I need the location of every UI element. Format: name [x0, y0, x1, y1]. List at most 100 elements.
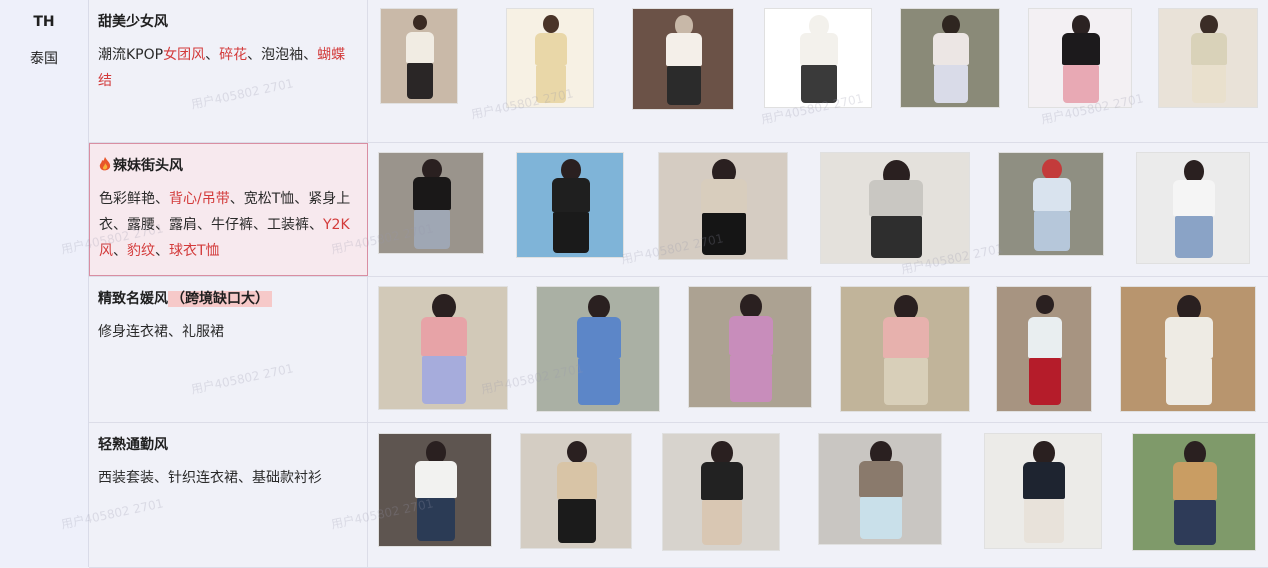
garment-bottom: [1165, 357, 1213, 406]
keyword-highlight: 女团风: [163, 47, 206, 63]
outfit-photo[interactable]: [840, 286, 970, 412]
style-label-cell: 辣妹街头风 色彩鲜艳、背心/吊带、宽松T恤、紧身上衣、露腰、露肩、牛仔裤、工装裤、…: [89, 143, 368, 276]
garment-top: [665, 33, 703, 67]
garment-top: [1172, 462, 1218, 501]
garment-top: [405, 32, 435, 63]
outfit-photo[interactable]: [984, 433, 1102, 549]
outfit-photo[interactable]: [1120, 286, 1256, 412]
garment-top: [1191, 33, 1227, 65]
country-code: TH: [33, 14, 55, 30]
style-title-text: 精致名媛风: [98, 291, 168, 307]
garment-bottom: [1174, 215, 1214, 259]
style-keywords: 修身连衣裙、礼服裙: [98, 319, 359, 345]
garment-bottom: [1063, 65, 1099, 103]
gap-tag: （跨境缺口大）: [168, 291, 272, 307]
style-row: 精致名媛风 （跨境缺口大） 修身连衣裙、礼服裙: [89, 277, 1268, 423]
model-head: [674, 15, 694, 36]
garment-top: [1027, 317, 1063, 358]
keyword-text: 西装套装、针织连衣裙、基础款衬衫: [98, 470, 322, 486]
garment-bottom: [577, 357, 621, 406]
garment-top: [882, 317, 930, 358]
outfit-photo[interactable]: [516, 152, 624, 258]
outfit-photo[interactable]: [378, 433, 492, 547]
garment-top: [1022, 461, 1066, 499]
garment-bottom: [934, 65, 968, 103]
outfit-photo[interactable]: [764, 8, 872, 108]
photo-strip: [368, 0, 1268, 142]
outfit-photo[interactable]: [996, 286, 1092, 412]
keyword-text: 、: [155, 243, 169, 259]
model-head: [1036, 294, 1054, 314]
outfit-photo[interactable]: [536, 286, 660, 412]
outfit-photo[interactable]: [632, 8, 734, 110]
outfit-photo[interactable]: [1158, 8, 1258, 108]
style-title-text: 轻熟通勤风: [98, 437, 168, 453]
garment-top: [556, 461, 598, 499]
style-label-cell: 轻熟通勤风西装套装、针织连衣裙、基础款衬衫: [89, 423, 368, 567]
garment-top: [576, 317, 622, 358]
model-head: [711, 441, 733, 465]
garment-top: [700, 178, 748, 214]
style-keywords: 潮流KPOP女团风、碎花、泡泡袖、蝴蝶结: [98, 42, 359, 94]
garment-bottom: [1033, 211, 1070, 251]
garment-bottom: [552, 212, 590, 253]
style-label-cell: 精致名媛风 （跨境缺口大） 修身连衣裙、礼服裙: [89, 277, 368, 422]
garment-bottom: [859, 496, 903, 540]
outfit-photo[interactable]: [998, 152, 1104, 256]
garment-top: [551, 178, 591, 213]
photo-strip: [368, 277, 1268, 422]
outfit-photo[interactable]: [506, 8, 594, 108]
outfit-photo[interactable]: [380, 8, 458, 104]
style-title: 辣妹街头风: [99, 154, 359, 178]
style-label-cell: 甜美少女风潮流KPOP女团风、碎花、泡泡袖、蝴蝶结: [89, 0, 368, 142]
style-keywords: 西装套装、针织连衣裙、基础款衬衫: [98, 465, 359, 491]
garment-bottom: [1023, 498, 1065, 544]
garment-bottom: [883, 357, 929, 406]
outfit-photo[interactable]: [662, 433, 780, 551]
garment-bottom: [421, 356, 467, 404]
style-row: 轻熟通勤风西装套装、针织连衣裙、基础款衬衫: [89, 423, 1268, 568]
outfit-photo[interactable]: [378, 286, 508, 410]
garment-bottom: [413, 210, 450, 249]
keyword-text: 潮流KPOP: [98, 47, 164, 63]
outfit-photo[interactable]: [658, 152, 788, 260]
photo-strip: [368, 423, 1268, 567]
garment-bottom: [1028, 357, 1062, 406]
model-head: [543, 15, 559, 33]
garment-bottom: [1192, 65, 1226, 103]
garment-top: [1173, 179, 1215, 216]
outfit-photo[interactable]: [900, 8, 1000, 108]
style-row: 甜美少女风潮流KPOP女团风、碎花、泡泡袖、蝴蝶结: [89, 0, 1268, 143]
style-title-text: 甜美少女风: [98, 14, 168, 30]
style-keywords: 色彩鲜艳、背心/吊带、宽松T恤、紧身上衣、露腰、露肩、牛仔裤、工装裤、Y2K风、…: [99, 186, 359, 264]
keyword-highlight: 豹纹: [127, 243, 155, 259]
outfit-photo[interactable]: [1132, 433, 1256, 551]
garment-bottom: [1173, 500, 1217, 545]
model-head: [587, 294, 611, 320]
garment-top: [420, 316, 468, 357]
outfit-photo[interactable]: [820, 152, 970, 264]
country-column: TH 泰国: [0, 0, 89, 567]
garment-bottom: [666, 66, 702, 105]
style-title: 轻熟通勤风: [98, 433, 359, 457]
model-head: [942, 15, 960, 35]
outfit-photo[interactable]: [818, 433, 942, 545]
outfit-photo[interactable]: [1136, 152, 1250, 264]
garment-top: [700, 462, 744, 501]
garment-bottom: [536, 65, 566, 103]
garment-top: [799, 33, 839, 65]
garment-top: [933, 33, 969, 65]
outfit-photo[interactable]: [520, 433, 632, 549]
keyword-highlight: 碎花: [219, 47, 248, 63]
garment-bottom: [701, 213, 747, 255]
model-head: [425, 440, 447, 464]
garment-top: [1164, 317, 1214, 358]
model-head: [566, 440, 588, 464]
keyword-text: 、: [113, 243, 127, 259]
keyword-text: 色彩鲜艳、: [99, 191, 169, 207]
outfit-photo[interactable]: [1028, 8, 1132, 108]
keyword-highlight: 球衣T恤: [169, 243, 220, 259]
keyword-highlight: 背心/吊带: [169, 191, 230, 207]
outfit-photo[interactable]: [378, 152, 484, 254]
outfit-photo[interactable]: [688, 286, 812, 408]
